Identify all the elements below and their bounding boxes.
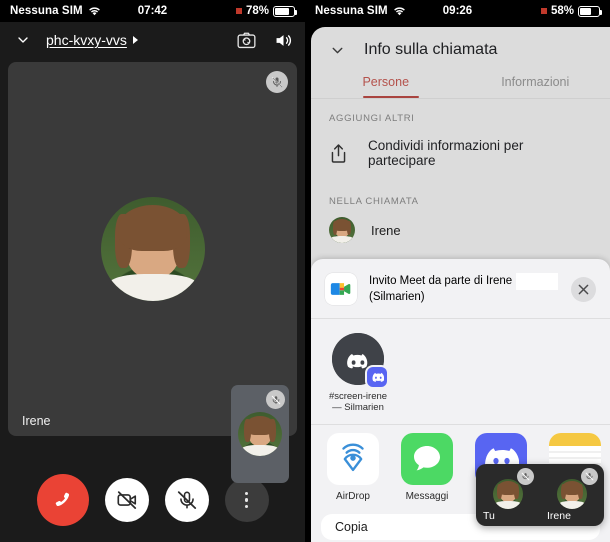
- meeting-code-button[interactable]: phc-kvxy-vvs: [46, 32, 138, 48]
- tab-informazioni[interactable]: Informazioni: [461, 69, 610, 98]
- share-preview-line1: Invito Meet da parte di Irene: [369, 274, 513, 287]
- collapse-sheet-button[interactable]: [329, 42, 346, 59]
- avatar: [493, 479, 523, 509]
- meet-call-screen: Nessuna SIM 07:42 78% phc-kvxy-vvs Irene: [0, 0, 305, 542]
- share-target-caption-line2: — Silmarien: [332, 402, 384, 414]
- status-bar-right-group: 78%: [235, 5, 297, 17]
- video-stage: Irene: [0, 58, 305, 483]
- share-preview-line2: (Silmarien): [369, 291, 425, 303]
- share-preview-text: Invito Meet da parte di Irene (Silmarien…: [369, 273, 559, 306]
- list-item[interactable]: Irene: [311, 207, 610, 243]
- carrier-label: Nessuna SIM: [10, 5, 83, 17]
- close-icon: [578, 284, 589, 295]
- redacted-box: [516, 273, 559, 290]
- meet-header: phc-kvxy-vvs: [0, 22, 305, 58]
- pip-cell-self: Tu: [476, 464, 540, 526]
- ios-share-sheet: Invito Meet da parte di Irene (Silmarien…: [311, 259, 610, 542]
- carrier-label: Nessuna SIM: [315, 5, 388, 17]
- section-label-in-call: NELLA CHIAMATA: [329, 196, 419, 207]
- dual-screenshot-composite: Nessuna SIM 07:42 78% phc-kvxy-vvs Irene…: [0, 0, 610, 542]
- share-upload-icon: [329, 143, 348, 164]
- google-meet-icon: [325, 273, 357, 306]
- self-view-pip-tile[interactable]: [231, 385, 289, 483]
- sheet-header: Info sulla chiamata: [311, 27, 610, 69]
- section-label-add-others: AGGIUNGI ALTRI: [329, 113, 415, 124]
- wifi-icon: [393, 6, 406, 16]
- wifi-icon: [88, 6, 101, 16]
- share-preview-banner[interactable]: Invito Meet da parte di Irene (Silmarien…: [311, 259, 610, 318]
- share-action-label: Copia: [335, 520, 368, 535]
- discord-avatar: [332, 332, 387, 387]
- airdrop-icon: [327, 433, 379, 486]
- share-app-messaggi[interactable]: Messaggi: [401, 433, 453, 502]
- status-bar-left-group: Nessuna SIM: [315, 5, 406, 17]
- phone-hangup-icon: [51, 488, 75, 512]
- self-view-avatar: [238, 412, 282, 456]
- meet-header-actions: [237, 32, 293, 49]
- battery-percent-label: 78%: [245, 5, 269, 17]
- call-info-screen: Nessuna SIM 09:26 58% Info sulla chiamat…: [305, 0, 610, 542]
- more-vertical-icon: [244, 491, 249, 509]
- pip-cell-remote: Irene: [540, 464, 604, 526]
- share-app-label: AirDrop: [336, 491, 370, 503]
- share-join-info-button[interactable]: Condividi informazioni per partecipare: [311, 124, 610, 182]
- main-participant-mic-off-badge: [266, 71, 288, 93]
- camera-toggle-button[interactable]: [104, 478, 149, 522]
- status-bar-left: Nessuna SIM 07:42 78%: [0, 0, 305, 22]
- end-call-button[interactable]: [36, 474, 89, 526]
- share-join-info-label: Condividi informazioni per partecipare: [368, 138, 524, 168]
- sheet-tabs: Persone Informazioni: [311, 69, 610, 98]
- chevron-down-icon: [15, 32, 31, 48]
- battery-percent-label: 58%: [550, 5, 574, 17]
- messages-icon: [401, 433, 453, 486]
- discord-icon: [367, 366, 387, 387]
- pip-participant-name: Irene: [547, 510, 571, 522]
- status-bar-right: Nessuna SIM 09:26 58%: [305, 0, 610, 22]
- collapse-call-button[interactable]: [12, 29, 34, 51]
- recording-indicator-icon: [540, 8, 547, 14]
- speaker-icon[interactable]: [274, 32, 293, 49]
- main-participant-name-label: Irene: [22, 414, 51, 428]
- mic-off-icon: [271, 76, 283, 88]
- main-participant-tile[interactable]: Irene: [8, 62, 297, 436]
- status-bar-right-group: 58%: [540, 5, 602, 17]
- participant-name-label: Irene: [371, 222, 401, 238]
- share-targets-row: #screen-irene — Silmarien: [311, 319, 610, 425]
- mic-off-icon: [176, 489, 198, 511]
- share-app-airdrop[interactable]: AirDrop: [327, 433, 379, 502]
- video-off-icon: [116, 489, 138, 511]
- share-target-discord-screen-irene[interactable]: #screen-irene — Silmarien: [327, 332, 389, 415]
- chevron-right-icon: [132, 36, 138, 44]
- status-bar-left-group: Nessuna SIM: [10, 5, 101, 17]
- share-target-caption-line1: #screen-irene: [328, 390, 388, 402]
- camera-switch-icon[interactable]: [237, 32, 256, 49]
- close-share-sheet-button[interactable]: [571, 276, 596, 302]
- avatar: [329, 217, 355, 243]
- mic-toggle-button[interactable]: [164, 478, 209, 522]
- battery-icon: [273, 5, 297, 17]
- share-app-label: Messaggi: [405, 491, 449, 503]
- self-view-mic-off-badge: [266, 390, 285, 409]
- recording-indicator-icon: [235, 8, 242, 14]
- battery-icon: [578, 5, 602, 17]
- more-options-button[interactable]: [224, 478, 269, 522]
- pip-participant-name: Tu: [483, 510, 495, 522]
- tab-persone[interactable]: Persone: [311, 69, 461, 98]
- avatar: [557, 479, 587, 509]
- meeting-code-label: phc-kvxy-vvs: [46, 32, 127, 48]
- floating-picture-in-picture[interactable]: Tu Irene: [476, 464, 604, 526]
- page-title: Info sulla chiamata: [364, 41, 498, 58]
- main-participant-avatar: [100, 197, 205, 301]
- mic-off-icon: [271, 395, 281, 405]
